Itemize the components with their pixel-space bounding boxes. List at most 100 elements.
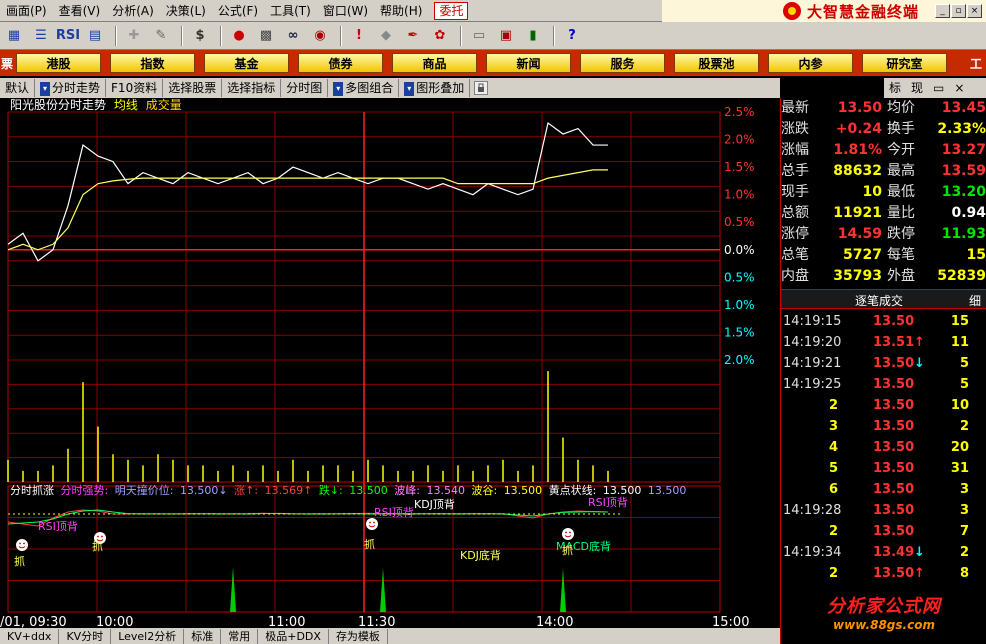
trade-price: 13.50 <box>873 377 915 392</box>
multi-chart-button[interactable]: ▾ 多图组合 <box>328 79 400 97</box>
trade-time: 14:19:15 <box>783 314 842 329</box>
quote-tab-mark[interactable]: 标 <box>884 79 906 97</box>
overlay-button[interactable]: ▾ 图形叠加 <box>399 79 471 97</box>
quote-value: 14.59 <box>837 226 882 242</box>
brush-icon[interactable]: ✿ <box>428 24 452 47</box>
menu-item[interactable]: 画面(P) <box>0 1 53 21</box>
stats-icon[interactable]: ▮ <box>521 24 545 47</box>
help-icon[interactable]: ? <box>560 24 584 47</box>
intraday-chart[interactable]: 2.5% 2.0% 1.5% 1.0% 0.5% 0.0% 0.5% 1.0% 1.5% 2.0%… <box>0 98 780 644</box>
trade-volume: 20 <box>950 440 969 455</box>
menu-item[interactable]: 窗口(W) <box>317 1 374 21</box>
brand-name: 大智慧金融终端 <box>806 2 919 21</box>
binoculars-icon[interactable]: ∞ <box>281 24 305 47</box>
menu-bar: 画面(P) 查看(V) 分析(A) 决策(L) 公式(F) 工具(T) 窗口(W… <box>0 0 986 22</box>
axis-tick-label: 1.5% <box>724 325 755 339</box>
tab-index[interactable]: 指数 <box>110 53 195 73</box>
pattern-icon[interactable]: ▩ <box>254 24 278 47</box>
signal-icon[interactable]: ● <box>227 24 251 47</box>
tab-fund[interactable]: 基金 <box>204 53 289 73</box>
bottom-tab[interactable]: Level2分析 <box>111 628 185 644</box>
tab-stock-pool[interactable]: 股票池 <box>674 53 759 73</box>
bottom-tab[interactable]: 标准 <box>184 628 222 644</box>
list-icon[interactable]: ☰ <box>29 24 53 47</box>
trade-time: 5 <box>829 461 839 476</box>
eraser-icon[interactable]: ▭ <box>467 24 491 47</box>
intraday-button[interactable]: ▾ 分时走势 <box>35 79 107 97</box>
dropdown-icon: ▾ <box>40 81 51 96</box>
layout-icon[interactable]: ▣ <box>494 24 518 47</box>
trade-time: 4 <box>829 440 839 455</box>
intraday-chart-button[interactable]: 分时图 <box>281 79 329 97</box>
f10-button[interactable]: F10资料 <box>106 79 164 97</box>
minimize-icon[interactable]: _ <box>935 4 950 18</box>
menu-item[interactable]: 分析(A) <box>106 1 160 21</box>
tab-service[interactable]: 服务 <box>580 53 665 73</box>
window-icon[interactable]: ▭ <box>928 79 949 97</box>
signal-spike <box>380 568 386 612</box>
tab-commodity[interactable]: 商品 <box>392 53 477 73</box>
trade-price: 13.51 <box>873 335 915 350</box>
menu-item[interactable]: 决策(L) <box>160 1 212 21</box>
tab-edge-label[interactable]: 票 <box>0 55 16 72</box>
trade-price: 13.50 <box>873 524 915 539</box>
tab-hk-stocks[interactable]: 港股 <box>16 53 101 73</box>
tab-research[interactable]: 研究室 <box>862 53 947 73</box>
indicator-c: 涨↑: <box>234 484 259 497</box>
bottom-tab[interactable]: 存为模板 <box>329 628 388 644</box>
menu-item[interactable]: 工具(T) <box>264 1 317 21</box>
tab-news[interactable]: 新闻 <box>486 53 571 73</box>
entrust-button[interactable]: 委托 <box>434 1 469 20</box>
trade-volume: 5 <box>959 356 969 371</box>
dropdown-icon: ▾ <box>404 81 415 96</box>
rsi-icon[interactable]: RSI <box>56 24 80 47</box>
trades-title[interactable]: 逐笔成交 <box>855 292 903 309</box>
move-icon[interactable]: ✚ <box>122 24 146 47</box>
default-button[interactable]: 默认 <box>0 79 36 97</box>
trades-detail-button[interactable]: 细 <box>969 292 981 309</box>
broadcast-icon[interactable]: ◉ <box>308 24 332 47</box>
axis-labels: 2.5% 2.0% 1.5% 1.0% 0.5% 0.0% 0.5% 1.0% 1.5% 2.0%… <box>0 105 755 628</box>
trade-row: 4 13.50 20 <box>781 437 986 458</box>
trade-volume: 11 <box>950 335 969 350</box>
select-stock-button[interactable]: 选择股票 <box>163 79 223 97</box>
lock-icon[interactable] <box>474 81 489 95</box>
quote-panel: 最新 13.50 均价 13.45 涨跌 +0.24 换手 2.33% 涨幅 1.81% 今开 13.… <box>780 98 986 644</box>
calc-icon[interactable]: ▤ <box>83 24 107 47</box>
ruler-icon[interactable]: ✎ <box>149 24 173 47</box>
signal-label: KDJ顶背 <box>414 497 455 511</box>
close-icon[interactable]: × <box>949 79 969 97</box>
axis-tick-label: 0.5% <box>724 270 755 284</box>
toolbar-separator <box>181 25 183 46</box>
close-icon[interactable]: × <box>967 4 982 18</box>
menu-item[interactable]: 帮助(H) <box>374 1 428 21</box>
menu-item[interactable]: 公式(F) <box>212 1 264 21</box>
pen-icon[interactable]: ✒ <box>401 24 425 47</box>
grid-icon[interactable]: ▦ <box>2 24 26 47</box>
quote-row: 涨跌 +0.24 换手 2.33% <box>781 119 986 140</box>
tab-right-label[interactable]: 工 <box>970 55 986 72</box>
quote-tab-current[interactable]: 现 <box>906 79 928 97</box>
chart-title: 阳光股份分时走势 均线 成交量 <box>10 98 182 112</box>
dollar-icon[interactable]: $ <box>188 24 212 47</box>
bottom-tab[interactable]: 极品+DDX <box>258 628 329 644</box>
quote-label: 最新 <box>781 100 809 116</box>
main-toolbar: ▦ ☰ RSI ▤ ✚ ✎ $ ● ▩ ∞ ◉ ! ◆ ✒ ✿ ▭ ▣ ▮ ? <box>0 22 986 50</box>
alert-icon[interactable]: ! <box>347 24 371 47</box>
trade-price: 13.50 <box>873 482 915 497</box>
restore-icon[interactable]: ▫ <box>951 4 966 18</box>
tab-bond[interactable]: 债券 <box>298 53 383 73</box>
trade-arrow: ↓ <box>914 545 925 560</box>
tab-insider[interactable]: 内参 <box>768 53 853 73</box>
trade-price: 13.50 <box>873 314 915 329</box>
diamond-icon[interactable]: ◆ <box>374 24 398 47</box>
trade-volume: 7 <box>959 524 969 539</box>
bottom-tab[interactable]: KV分时 <box>59 628 112 644</box>
trade-row: 14:19:15 13.50 15 <box>781 311 986 332</box>
select-indicator-button[interactable]: 选择指标 <box>222 79 282 97</box>
trade-volume: 31 <box>950 461 969 476</box>
bottom-tab[interactable]: KV+ddx <box>0 628 60 644</box>
bottom-tab[interactable]: 常用 <box>221 628 259 644</box>
quote-value: 0.94 <box>951 205 986 221</box>
menu-item[interactable]: 查看(V) <box>53 1 107 21</box>
